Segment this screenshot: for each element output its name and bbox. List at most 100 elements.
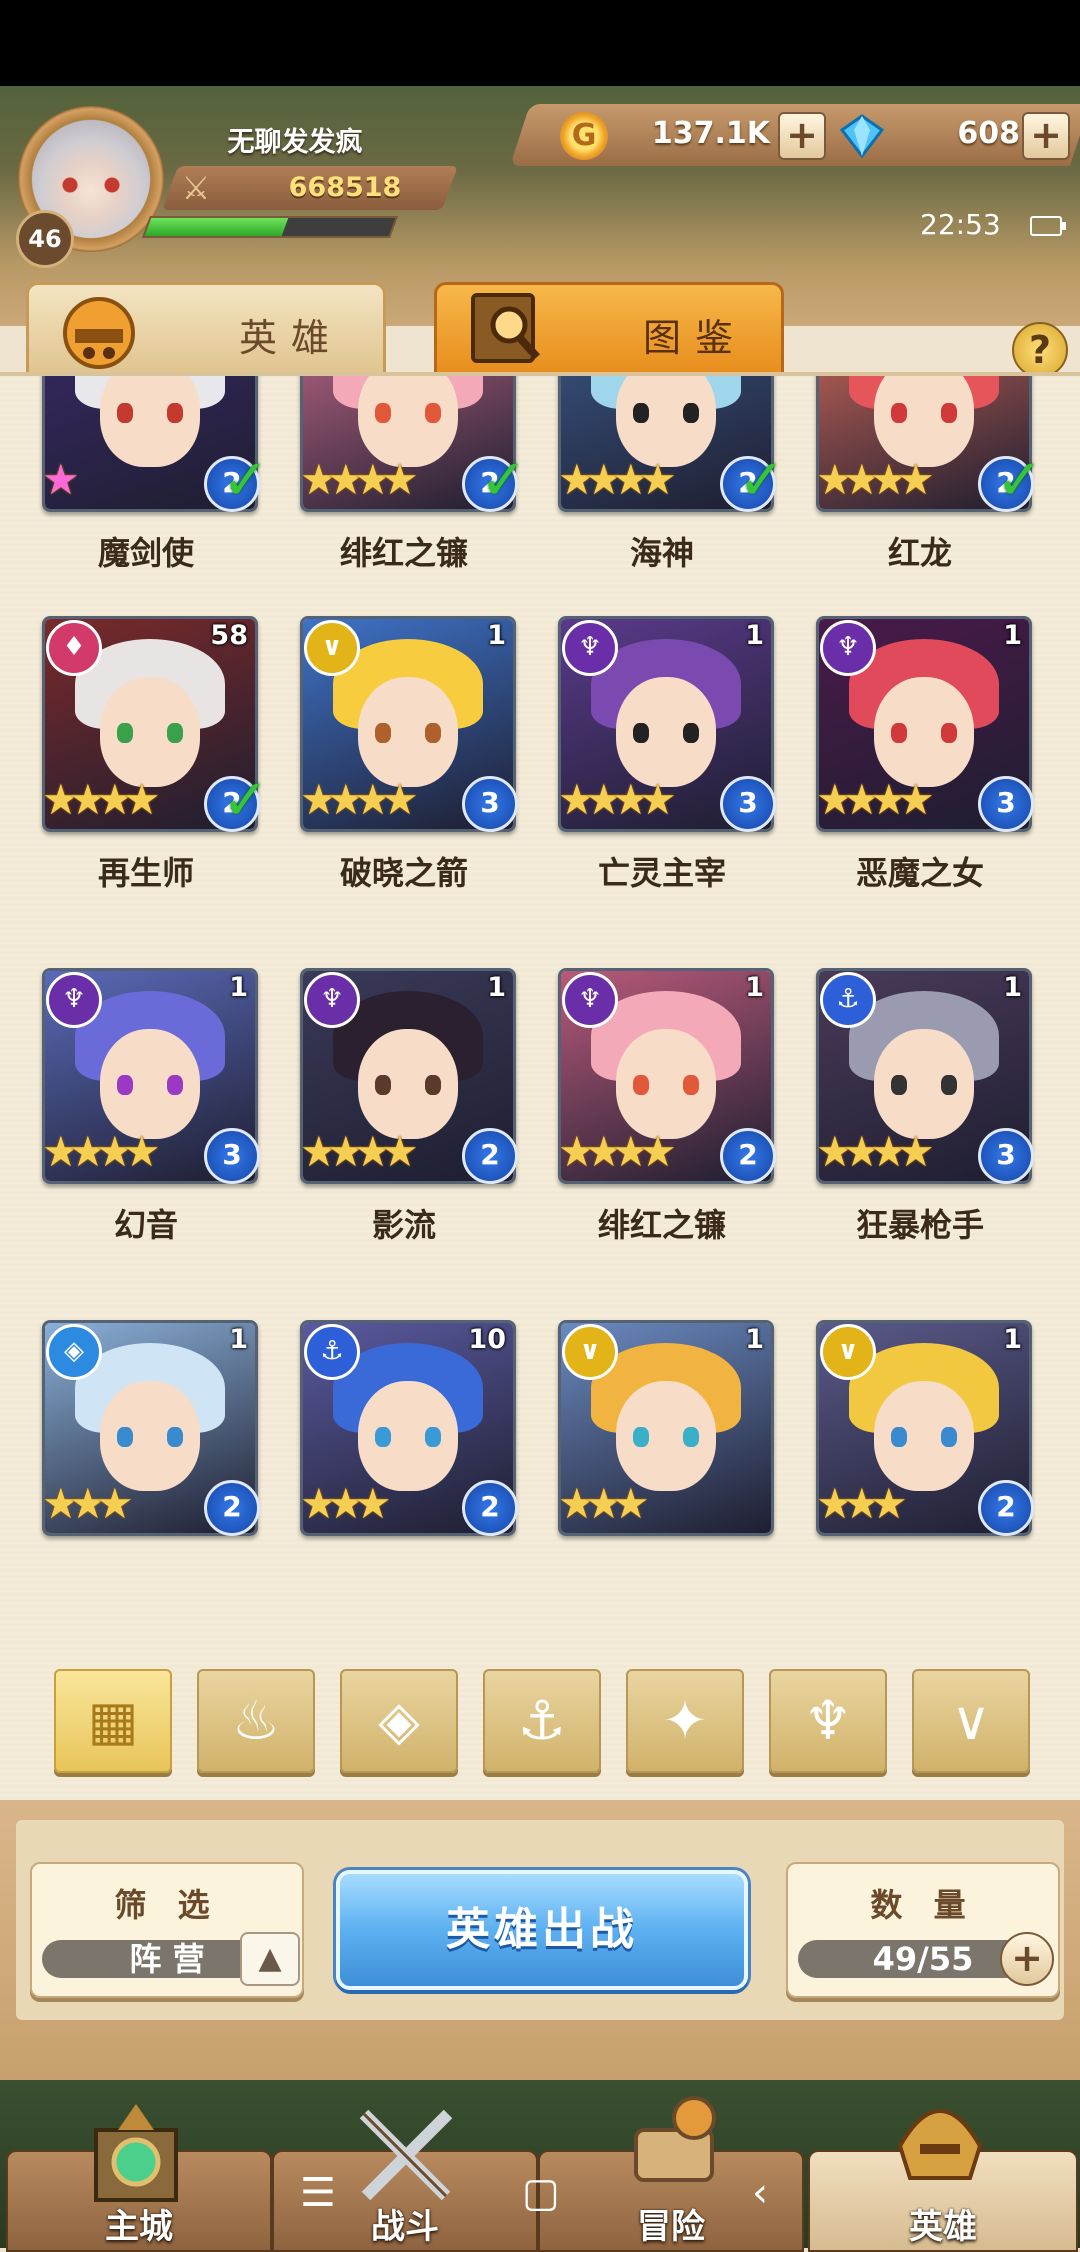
tab-atlas-label: 图鉴 [643, 316, 748, 360]
rainbow-star-icon: ★ [42, 455, 80, 504]
system-menu-icon[interactable]: ☰ [300, 2170, 336, 2216]
hero-eye [633, 1427, 649, 1447]
hero-card[interactable]: ∨ 1 ★ ★ ★ ★ 3 [300, 616, 518, 832]
hero-shard-count: 10 [468, 1324, 506, 1355]
count-value-text: 49/55 [872, 1940, 974, 1978]
hero-eye [941, 723, 957, 743]
gold-coin-icon: G [560, 112, 608, 160]
hero-card[interactable]: ◈ 1 ★ ★ ★ 2 [42, 1320, 260, 1536]
hero-card[interactable]: ★ ★ ★ ★ 2 ✓ [558, 376, 785, 513]
hero-helmet-icon [897, 2109, 983, 2180]
hero-card[interactable]: ⚓ 10 ★ ★ ★ 2 [300, 1320, 518, 1536]
add-gold-button[interactable]: + [778, 112, 826, 160]
faction-filter-bar: ▦ ♨ ◈ ⚓ ✦ ♆ ∨ [0, 1669, 1080, 1779]
dark-faction-icon: ♆ [46, 972, 102, 1028]
hero-name: 亡灵主宰 [597, 854, 726, 892]
hero-eyes [891, 723, 957, 743]
hero-card[interactable]: ♆ 1 ★ ★ ★ ★ 3 [558, 616, 776, 832]
hero-count-box: 数 量 49/55 + [786, 1862, 1060, 1998]
hero-card[interactable]: ★ ★ ★ ★ 2 ✓ [816, 376, 1043, 513]
hero-card[interactable]: ♆ 1 ★ ★ ★ ★ 2 [558, 968, 776, 1184]
hero-stars: ★ ★ ★ ★ [816, 459, 935, 501]
hero-card[interactable]: ♆ 1 ★ ★ ★ ★ 3 [816, 616, 1034, 832]
hero-eye [167, 403, 183, 423]
filter-dark-faction-button[interactable]: ♆ [769, 1669, 887, 1773]
hero-card[interactable]: ∨ 1 ★ ★ ★ 2 [816, 1320, 1034, 1536]
filter-title: 筛 选 [114, 1886, 220, 1924]
hero-card[interactable]: ⚓ 1 ★ ★ ★ ★ 3 [816, 968, 1034, 1184]
crossed-swords-icon [359, 2109, 453, 2201]
filter-anchor-faction-button[interactable]: ⚓ [483, 1669, 601, 1773]
hero-name: 海神 [629, 534, 694, 572]
hero-eye [891, 1075, 907, 1095]
hero-class-badge: 2 [204, 1480, 260, 1536]
help-button[interactable]: ? [1012, 322, 1068, 378]
hero-eye [633, 403, 649, 423]
hero-card[interactable]: ★ ★ ★ ★ 2 ✓ [300, 376, 527, 513]
hero-eye [425, 723, 441, 743]
hero-eye [167, 1427, 183, 1447]
hero-stars: ★ ★ ★ ★ [300, 459, 419, 501]
hero-card[interactable]: ♆ 1 ★ ★ ★ ★ 3 [42, 968, 260, 1184]
count-title: 数 量 [870, 1886, 976, 1924]
filter-grid-all-button[interactable]: ▦ [54, 1669, 172, 1773]
hero-eye [425, 403, 441, 423]
hero-card[interactable]: ♆ 1 ★ ★ ★ ★ 2 [300, 968, 518, 1184]
player-name: 无聊发发疯 [227, 127, 363, 158]
tab-atlas[interactable]: 图鉴 [434, 282, 784, 378]
system-home-icon[interactable]: ▢ [522, 2170, 560, 2216]
expand-slots-button[interactable]: + [1000, 1932, 1054, 1986]
ice-faction-icon: ◈ [46, 1324, 102, 1380]
hero-eyes [375, 403, 441, 423]
hero-shard-count: 1 [1003, 1324, 1022, 1355]
hero-card[interactable]: ♦ 58 ★ ★ ★ ★ 2 ✓ [42, 616, 269, 833]
star-icon: ★ [870, 1479, 908, 1528]
hero-eye [941, 1075, 957, 1095]
add-gems-button[interactable]: + [1022, 112, 1070, 160]
hero-eye [117, 1075, 133, 1095]
hero-class-badge: 3 [204, 1128, 260, 1184]
dark-faction-icon: ♆ [562, 972, 618, 1028]
hero-shard-count: 1 [745, 1324, 764, 1355]
star-icon: ★ [639, 455, 677, 504]
filter-flame-faction-button[interactable]: ♨ [197, 1669, 315, 1773]
hero-eye [375, 403, 391, 423]
star-icon: ★ [639, 775, 677, 824]
hero-eye [425, 1427, 441, 1447]
filter-value-text: 阵 营 [129, 1940, 205, 1978]
hero-name: 再生师 [97, 854, 194, 892]
deployed-check-icon: ✓ [222, 448, 269, 513]
star-icon: ★ [897, 775, 935, 824]
diamond-icon [839, 114, 885, 159]
hero-stars: ★ [42, 459, 80, 501]
hero-shard-count: 1 [487, 620, 506, 651]
hero-class-badge: 2 [462, 1128, 518, 1184]
hero-eyes [891, 403, 957, 423]
hero-stars: ★ ★ ★ ★ [558, 779, 677, 821]
star-icon: ★ [897, 1127, 935, 1176]
hero-eye [117, 1427, 133, 1447]
hero-shard-count: 1 [745, 620, 764, 651]
hero-class-badge: 2 [978, 1480, 1034, 1536]
hero-shard-count: 1 [229, 972, 248, 1003]
system-back-icon[interactable]: ‹ [752, 2170, 768, 2216]
hero-stars: ★ ★ ★ ★ [816, 1131, 935, 1173]
filter-light-faction-button[interactable]: ∨ [912, 1669, 1030, 1773]
hero-card[interactable]: ★ 2 ✓ [42, 376, 269, 513]
hero-eye [891, 403, 907, 423]
anchor-faction-icon: ⚓ [517, 1689, 567, 1752]
hero-card[interactable]: ∨ 1 ★ ★ ★ [558, 1320, 774, 1536]
hero-eye [941, 1427, 957, 1447]
deployed-check-icon: ✓ [222, 768, 269, 833]
filter-ice-faction-button[interactable]: ◈ [340, 1669, 458, 1773]
star-icon: ★ [612, 1479, 650, 1528]
hero-stars: ★ ★ ★ ★ [42, 779, 161, 821]
tab-heroes[interactable]: 英雄 [26, 282, 386, 378]
deploy-heroes-button[interactable]: 英雄出战 [336, 1870, 748, 1990]
filter-beast-faction-button[interactable]: ✦ [626, 1669, 744, 1773]
dark-faction-icon: ♆ [803, 1689, 853, 1752]
castle-icon [94, 2104, 178, 2202]
dark-faction-icon: ♆ [304, 972, 360, 1028]
hero-name: 狂暴枪手 [855, 1206, 984, 1244]
filter-toggle-button[interactable]: ▲ [240, 1932, 300, 1986]
